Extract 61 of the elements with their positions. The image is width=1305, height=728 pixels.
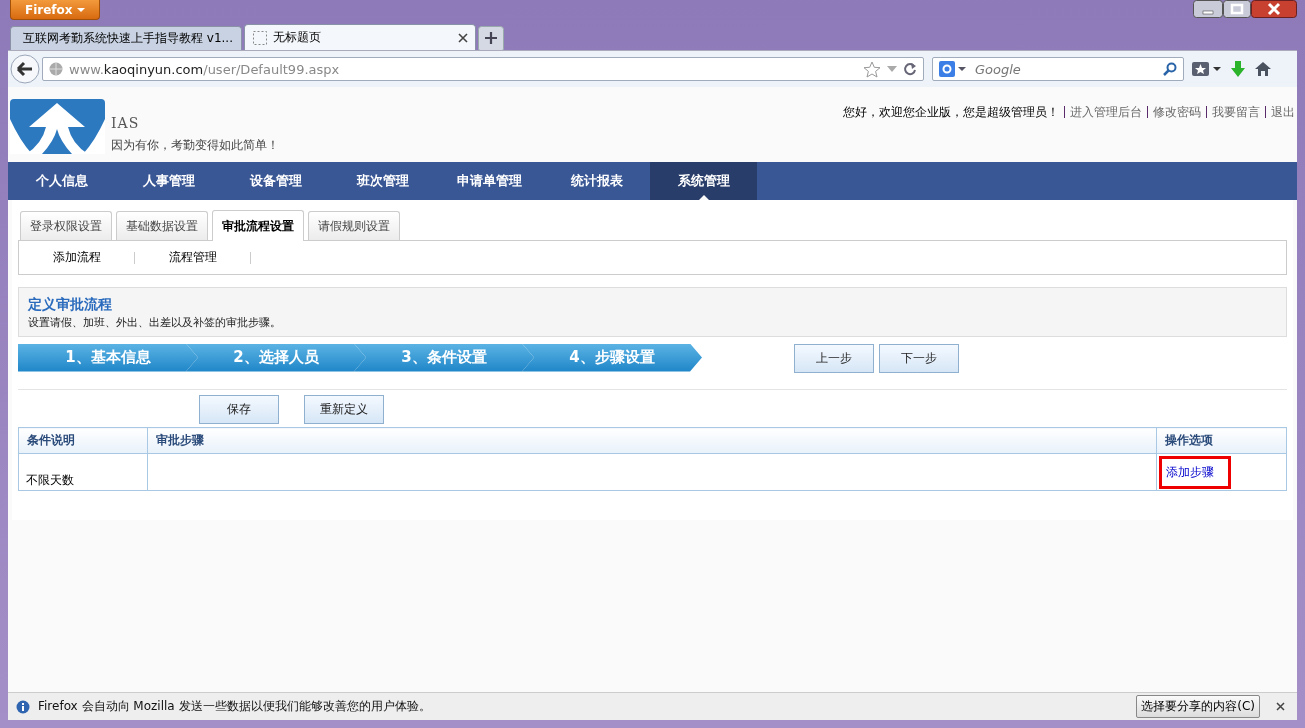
search-field[interactable]: Google <box>932 57 1184 81</box>
info-icon <box>16 699 30 714</box>
tab-title: 互联网考勤系统快速上手指导教程 v1... <box>23 30 233 47</box>
settings-tab[interactable]: 请假规则设置 <box>308 211 400 240</box>
nav-item[interactable]: 统计报表 <box>543 162 650 200</box>
nav-item[interactable]: 人事管理 <box>115 162 222 200</box>
bookmarks-icon[interactable] <box>1192 61 1222 77</box>
close-icon[interactable] <box>1276 702 1285 711</box>
browser-tab[interactable]: 无标题页 <box>244 24 476 50</box>
bookmark-star-icon[interactable] <box>863 60 881 78</box>
home-icon[interactable] <box>1254 61 1272 77</box>
globe-icon <box>49 62 63 76</box>
search-placeholder: Google <box>974 61 1022 77</box>
add-step-link[interactable]: 添加步骤 <box>1159 455 1231 489</box>
slogan: 因为有你，考勤变得如此简单！ <box>111 137 279 154</box>
nav-item[interactable]: 设备管理 <box>222 162 329 200</box>
submenu-link[interactable]: 流程管理 <box>135 249 250 266</box>
step-nav-button[interactable]: 下一步 <box>879 344 959 373</box>
action-button[interactable]: 重新定义 <box>304 395 384 424</box>
submenu-link[interactable]: 添加流程 <box>19 249 134 266</box>
header-link[interactable]: 进入管理后台 <box>1070 103 1142 121</box>
back-icon[interactable] <box>10 54 40 84</box>
greeting-text: 您好，欢迎您企业版，您是超级管理员！ <box>843 103 1059 121</box>
browser-tab[interactable]: 互联网考勤系统快速上手指导教程 v1... <box>10 26 242 50</box>
settings-tab[interactable]: 基础数据设置 <box>116 211 208 240</box>
step-nav-button[interactable]: 上一步 <box>794 344 874 373</box>
section-title: 定义审批流程 <box>28 296 113 314</box>
header-link[interactable]: 修改密码 <box>1153 103 1201 121</box>
settings-tab[interactable]: 登录权限设置 <box>20 211 112 240</box>
header-link[interactable]: 我要留言 <box>1212 103 1260 121</box>
close-icon[interactable] <box>1251 0 1297 18</box>
nav-item[interactable]: 个人信息 <box>8 162 115 200</box>
column-header: 审批步骤 <box>147 427 1157 454</box>
logo-text: IAS <box>111 115 141 131</box>
wizard-step: 3、条件设置 <box>354 343 534 372</box>
search-icon[interactable] <box>1163 62 1177 76</box>
minimize-icon[interactable] <box>1193 0 1223 18</box>
wizard-step: 4、步骤设置 <box>522 343 702 372</box>
nav-item[interactable]: 申请单管理 <box>436 162 543 200</box>
maximize-icon[interactable] <box>1223 0 1251 18</box>
nav-item[interactable]: 班次管理 <box>329 162 436 200</box>
action-button[interactable]: 保存 <box>199 395 279 424</box>
new-tab-icon[interactable] <box>478 26 504 50</box>
table-cell: 不限天数 <box>18 453 148 491</box>
tab-title: 无标题页 <box>273 29 322 46</box>
settings-tab[interactable]: 审批流程设置 <box>212 210 304 241</box>
google-engine-icon[interactable] <box>939 61 967 77</box>
header-link[interactable]: 退出 <box>1271 103 1295 121</box>
url-text: www.kaoqinyun.com/user/Default99.aspx <box>69 61 340 77</box>
address-bar[interactable]: www.kaoqinyun.com/user/Default99.aspx <box>42 57 924 81</box>
wizard-step: 2、选择人员 <box>186 343 366 372</box>
column-header: 条件说明 <box>18 427 148 454</box>
column-header: 操作选项 <box>1156 427 1287 454</box>
close-tab-icon[interactable] <box>458 32 468 43</box>
notification-message: Firefox 会自动向 Mozilla 发送一些数据以便我们能够改善您的用户体验。 <box>38 698 431 715</box>
nav-item[interactable]: 系统管理 <box>650 162 757 200</box>
reload-icon[interactable] <box>903 62 917 76</box>
section-description: 设置请假、加班、外出、出差以及补签的审批步骤。 <box>28 315 282 330</box>
blank-page-icon <box>252 29 268 46</box>
wizard-step: 1、基本信息 <box>18 343 198 372</box>
share-choice-button[interactable]: 选择要分享的内容(C) <box>1136 695 1260 718</box>
